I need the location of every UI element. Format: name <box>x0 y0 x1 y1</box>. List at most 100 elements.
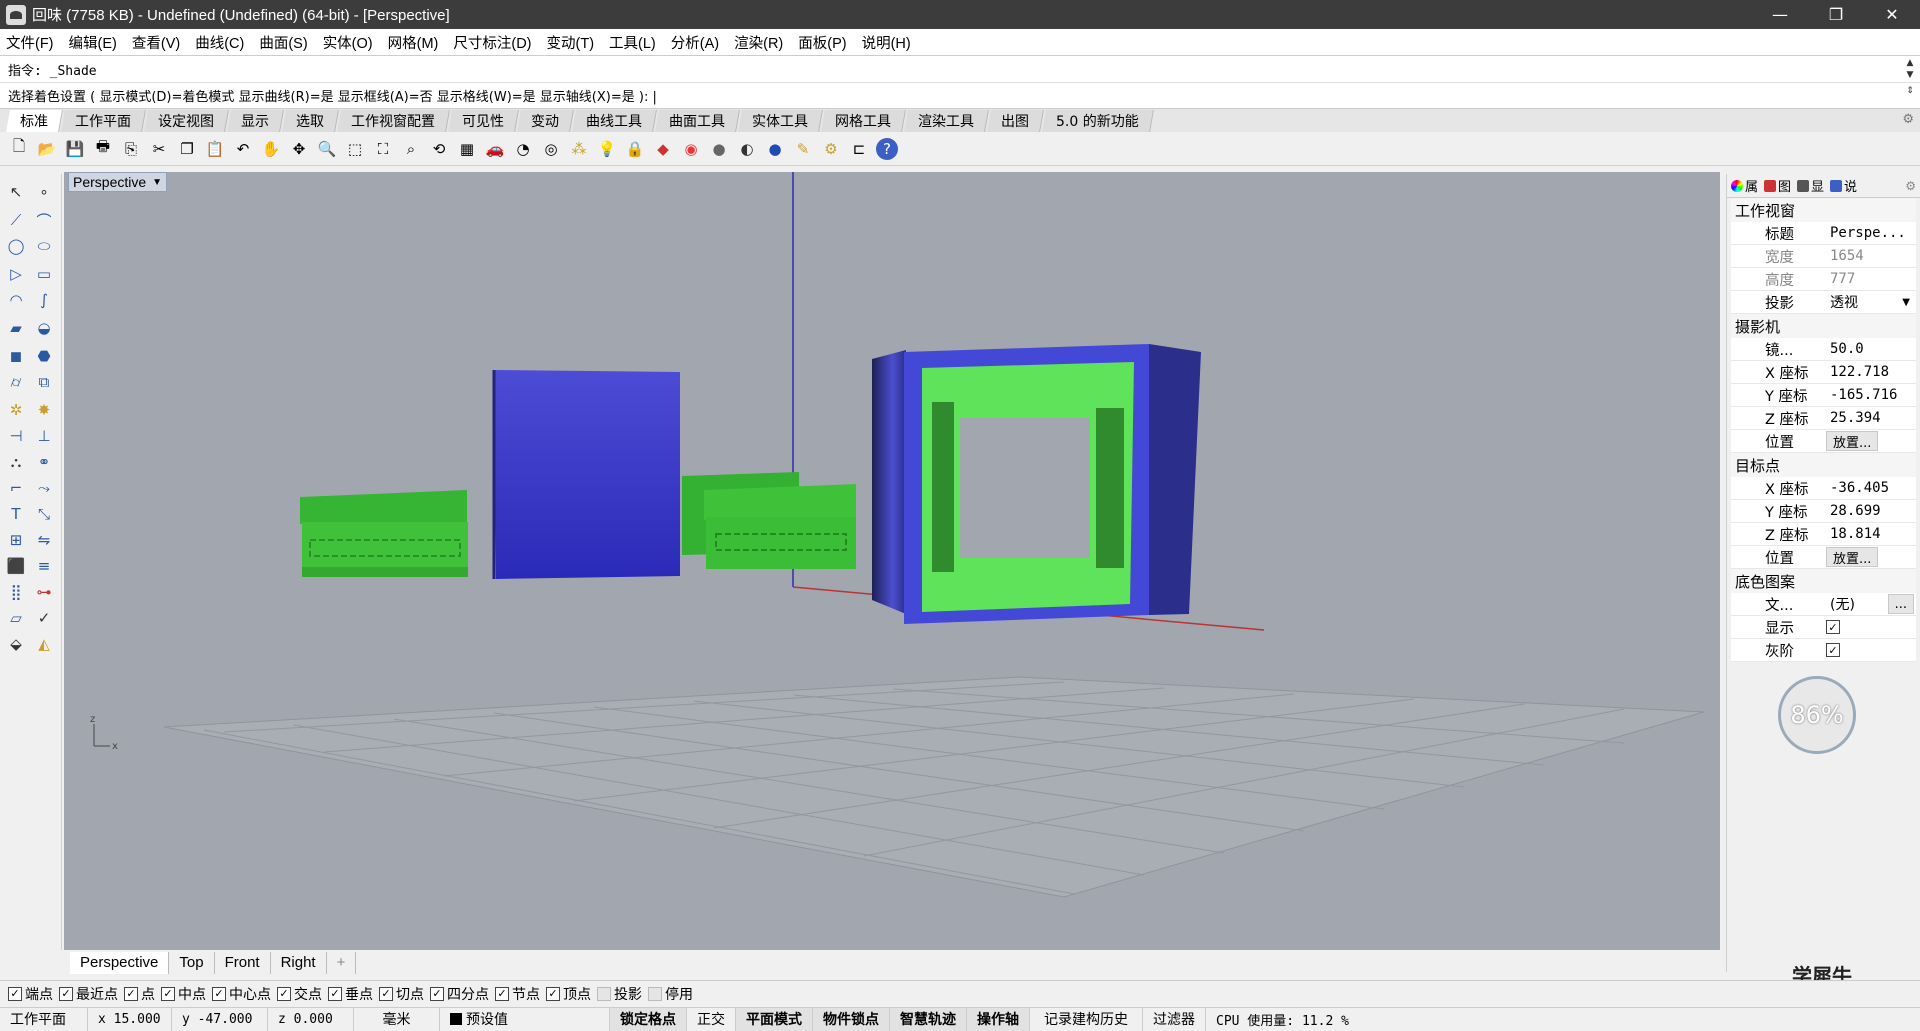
tab-display-panel[interactable]: 显 <box>1797 176 1824 195</box>
ellipse-icon[interactable]: ⬭ <box>32 234 56 258</box>
menu-dimension[interactable]: 尺寸标注(D) <box>453 32 531 53</box>
scale-icon[interactable]: ⤡ <box>32 502 56 526</box>
surface-icon[interactable]: ▰ <box>4 316 28 340</box>
tab-cplanes[interactable]: 工作平面 <box>61 110 146 132</box>
cylinder-icon[interactable]: ⌭ <box>4 370 28 394</box>
polygon-icon[interactable]: ▷ <box>4 262 28 286</box>
tab-mesh-tools[interactable]: 网格工具 <box>821 110 906 132</box>
check-icon[interactable]: ✓ <box>32 606 56 630</box>
point-icon[interactable]: ∘ <box>32 180 56 204</box>
new-file-icon[interactable]: 🗋 <box>8 137 30 160</box>
camera-z-value[interactable]: 25.394 <box>1826 410 1916 426</box>
tab-curve-tools[interactable]: 曲线工具 <box>572 110 657 132</box>
text-icon[interactable]: T <box>4 502 28 526</box>
status-smarttrack[interactable]: 智慧轨迹 <box>890 1007 967 1031</box>
export-icon[interactable]: ⎘ <box>120 138 142 160</box>
mesh-icon[interactable]: ✲ <box>4 398 28 422</box>
snap-knot[interactable]: ✓ 节点 <box>495 984 540 1004</box>
zoom-icon[interactable]: 🔍 <box>316 138 338 160</box>
pan-hand-icon[interactable]: ✋ <box>260 138 282 160</box>
close-button[interactable]: ✕ <box>1864 0 1920 29</box>
snap-disable[interactable]: 停用 <box>648 984 693 1004</box>
analyze-icon[interactable]: ⬙ <box>4 632 28 656</box>
target-x-value[interactable]: -36.405 <box>1826 480 1916 496</box>
cpu-monitor-badge[interactable]: 86% <box>1778 676 1856 754</box>
menu-analyze[interactable]: 分析(A) <box>671 32 719 53</box>
explode-icon[interactable]: ✸ <box>32 398 56 422</box>
freeform-curve-icon[interactable]: ∫ <box>32 288 56 312</box>
snap-checkbox[interactable]: ✓ <box>59 986 73 1001</box>
offset-icon[interactable]: ⤳ <box>32 476 56 500</box>
prompt-scroll-icon[interactable]: ⇕ <box>1904 86 1916 96</box>
color-wheel-icon[interactable]: ◉ <box>680 138 702 160</box>
zoom-extents-icon[interactable]: ⛶ <box>372 138 394 160</box>
scroll-up-icon[interactable]: ▲ <box>1904 58 1916 68</box>
join-icon[interactable]: ⚭ <box>32 450 56 474</box>
tab-front[interactable]: Front <box>215 951 271 974</box>
tab-viewport-layout[interactable]: 工作视窗配置 <box>337 110 450 132</box>
snap-vertex[interactable]: ✓ 顶点 <box>546 984 591 1004</box>
snap-checkbox[interactable]: ✓ <box>212 986 226 1001</box>
menu-tools[interactable]: 工具(L) <box>609 32 656 53</box>
status-history[interactable]: 记录建构历史 <box>1030 1007 1143 1031</box>
status-ortho[interactable]: 正交 <box>687 1007 736 1031</box>
trim-icon[interactable]: ⊣ <box>4 424 28 448</box>
camera-y-value[interactable]: -165.716 <box>1826 387 1916 403</box>
sheet-icon[interactable]: ▱ <box>4 606 28 630</box>
menu-mesh[interactable]: 网格(M) <box>388 32 439 53</box>
snap-checkbox[interactable]: ✓ <box>379 986 393 1001</box>
zoom-window-icon[interactable]: ⬚ <box>344 138 366 160</box>
camera-place-button[interactable]: 放置... <box>1826 431 1879 451</box>
snap-point[interactable]: ✓ 点 <box>124 984 155 1004</box>
status-layer[interactable]: 预设值 <box>440 1007 610 1031</box>
box-icon[interactable]: ◼ <box>4 344 28 368</box>
projection-select[interactable]: 透视 <box>1826 292 1902 312</box>
select-arrow-icon[interactable]: ↖ <box>4 180 28 204</box>
snap-quadrant[interactable]: ✓ 四分点 <box>430 984 489 1004</box>
status-cplane[interactable]: 工作平面 <box>0 1007 88 1031</box>
dimension-tool-icon[interactable]: ⊶ <box>32 580 56 604</box>
status-filter[interactable]: 过滤器 <box>1143 1007 1206 1031</box>
tab-perspective[interactable]: Perspective <box>70 951 170 974</box>
tab-new-in-v5[interactable]: 5.0 的新功能 <box>1042 110 1154 132</box>
menu-edit[interactable]: 编辑(E) <box>69 32 117 53</box>
snap-endpoint[interactable]: ✓ 端点 <box>8 984 53 1004</box>
revolve-icon[interactable]: ◒ <box>32 316 56 340</box>
dropdown-chevron-icon[interactable]: ▼ <box>1902 297 1910 308</box>
menu-transform[interactable]: 变动(T) <box>547 32 595 53</box>
four-viewports-icon[interactable]: ▦ <box>456 138 478 160</box>
material-sphere-icon[interactable]: ◐ <box>736 138 758 160</box>
snap-checkbox[interactable]: ✓ <box>495 986 509 1001</box>
tab-properties[interactable]: 属 <box>1731 176 1758 195</box>
tab-display[interactable]: 显示 <box>227 110 284 132</box>
circle-icon[interactable]: ◯ <box>4 234 28 258</box>
panel-gear-icon[interactable]: ⚙ <box>1905 179 1916 193</box>
lock-icon[interactable]: 🔒 <box>624 138 646 160</box>
menu-surface[interactable]: 曲面(S) <box>259 32 307 53</box>
extrude-icon[interactable]: ⧉ <box>32 370 56 394</box>
tab-set-view[interactable]: 设定视图 <box>144 110 229 132</box>
snap-checkbox[interactable]: ✓ <box>546 986 560 1001</box>
target-y-value[interactable]: 28.699 <box>1826 503 1916 519</box>
snap-near[interactable]: ✓ 最近点 <box>59 984 118 1004</box>
target-place-button[interactable]: 放置... <box>1826 547 1879 567</box>
curve-icon[interactable]: ⌒ <box>32 208 56 232</box>
move-view-icon[interactable]: ✥ <box>288 138 310 160</box>
status-gumball[interactable]: 操作轴 <box>967 1007 1030 1031</box>
menu-render[interactable]: 渲染(R) <box>734 32 783 53</box>
target-z-value[interactable]: 18.814 <box>1826 526 1916 542</box>
tab-surface-tools[interactable]: 曲面工具 <box>655 110 740 132</box>
menu-curve[interactable]: 曲线(C) <box>195 32 244 53</box>
dimension-icon[interactable]: ⊏ <box>848 138 870 160</box>
snap-center[interactable]: ✓ 中心点 <box>212 984 271 1004</box>
boolean-icon[interactable]: ⬣ <box>32 344 56 368</box>
camera-x-value[interactable]: 122.718 <box>1826 364 1916 380</box>
layers-icon[interactable]: ◆ <box>652 138 674 160</box>
snap-midpoint[interactable]: ✓ 中点 <box>161 984 206 1004</box>
render-sphere-icon[interactable]: ● <box>708 138 730 160</box>
paste-icon[interactable]: 📋 <box>204 138 226 160</box>
snap-checkbox[interactable]: ✓ <box>8 986 22 1001</box>
snap-checkbox[interactable]: ✓ <box>161 986 175 1001</box>
render-tool-icon[interactable]: ◭ <box>32 632 56 656</box>
car-icon[interactable]: 🚗 <box>484 138 506 160</box>
